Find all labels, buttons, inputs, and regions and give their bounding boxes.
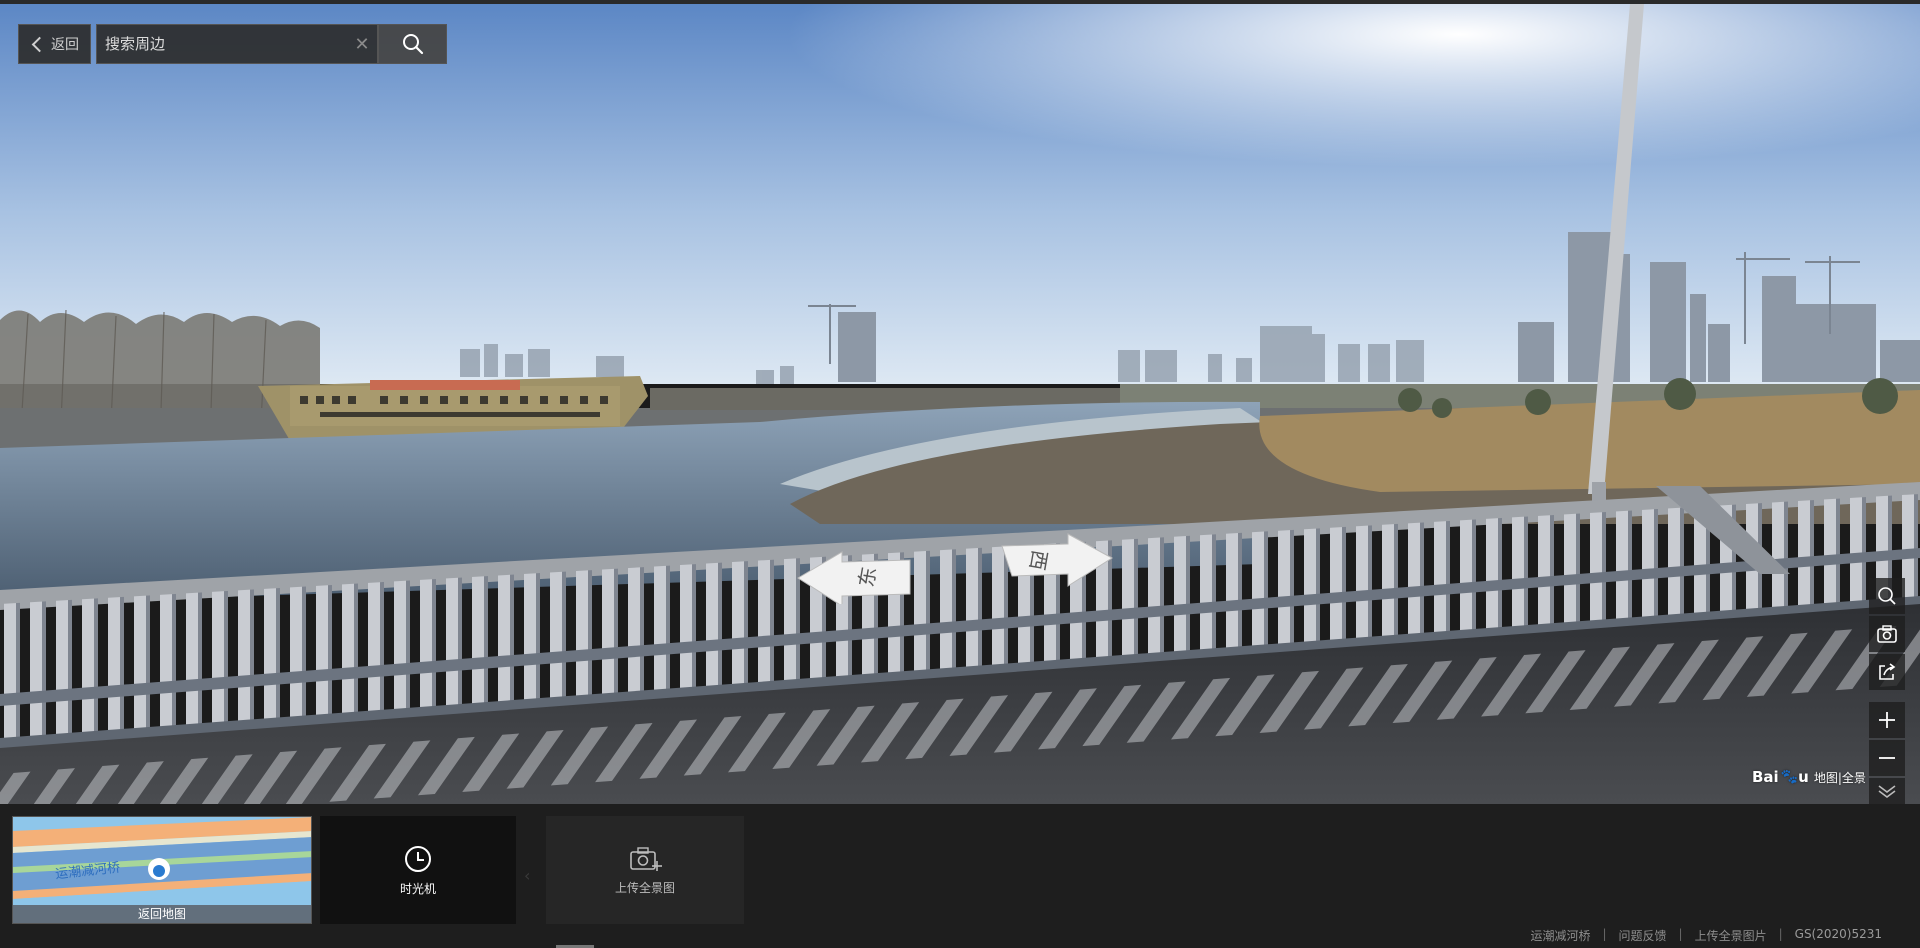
- share-icon: [1879, 663, 1896, 680]
- share-button[interactable]: [1869, 654, 1905, 690]
- time-machine-label: 时光机: [399, 881, 436, 896]
- camera-icon: [1877, 625, 1897, 643]
- search-icon: [1878, 587, 1896, 605]
- clock-icon: [405, 845, 431, 872]
- upload-panorama-label: 上传全景图: [614, 880, 675, 895]
- zoom-out-icon: [1879, 757, 1895, 759]
- zoom-out-button[interactable]: [1869, 740, 1905, 776]
- footer-separator: |: [1778, 927, 1783, 941]
- collapse-down-icon: [1878, 785, 1896, 798]
- search-input[interactable]: [97, 24, 347, 64]
- zoom-in-icon: [1879, 712, 1895, 728]
- logo-brand: Bai: [1752, 768, 1779, 786]
- search-icon: [402, 34, 423, 55]
- nav-arrow-east[interactable]: 东: [792, 548, 912, 604]
- panorama-view[interactable]: 东 西: [0, 4, 1920, 804]
- footer-separator: |: [1678, 927, 1683, 941]
- search-box: ✕: [96, 24, 378, 64]
- footer-feedback-link[interactable]: 问题反馈: [1619, 927, 1667, 944]
- return-to-map-label: 返回地图: [13, 905, 311, 923]
- close-icon[interactable]: ✕: [347, 25, 377, 63]
- footer-links: 运潮减河桥 | 问题反馈 | 上传全景图片 | GS(2020)5231: [1530, 927, 1882, 944]
- logo-brand-suffix: u: [1798, 768, 1809, 786]
- chevron-left-icon[interactable]: ‹: [524, 866, 530, 885]
- nav-arrow-west[interactable]: 西: [1000, 532, 1118, 588]
- time-machine-button[interactable]: 时光机: [320, 816, 516, 924]
- collapse-button[interactable]: [1869, 778, 1905, 804]
- footer-upload-link[interactable]: 上传全景图片: [1695, 927, 1767, 944]
- panorama-scene: [0, 4, 1920, 804]
- footer-license: GS(2020)5231: [1794, 927, 1882, 941]
- minimap[interactable]: 运潮减河桥 返回地图: [12, 816, 312, 924]
- back-button[interactable]: 返回: [18, 24, 91, 64]
- right-arrow-icon: [1001, 533, 1113, 587]
- search-button[interactable]: [378, 24, 447, 64]
- logo-subtitle: 地图|全景: [1813, 770, 1866, 785]
- paw-icon: 🐾: [1780, 769, 1799, 785]
- chevron-left-icon: [31, 36, 48, 52]
- screenshot-button[interactable]: [1869, 616, 1905, 652]
- zoom-in-button[interactable]: [1869, 702, 1905, 738]
- baidu-logo: Bai 🐾 u 地图|全景: [1752, 768, 1866, 786]
- bottom-panel: 运潮减河桥 返回地图 时光机 ‹ 上传全景图 运潮减河桥 | 问题反馈 | 上传…: [0, 804, 1920, 948]
- panorama-search-button[interactable]: [1869, 578, 1905, 614]
- footer-separator: |: [1602, 927, 1607, 941]
- footer-location-link[interactable]: 运潮减河桥: [1530, 927, 1590, 944]
- camera-add-icon: [630, 846, 662, 871]
- upload-panorama-button[interactable]: 上传全景图: [546, 816, 744, 924]
- back-button-label: 返回: [51, 37, 79, 53]
